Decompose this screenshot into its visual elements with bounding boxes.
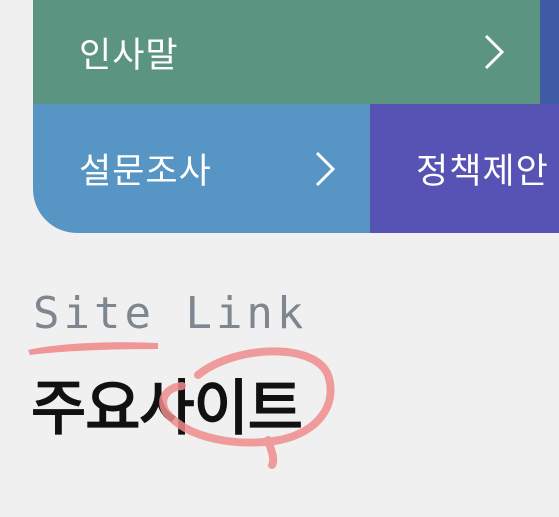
- section-eyebrow: Site Link: [33, 288, 308, 339]
- menu-tile-greeting-label: 인사말: [79, 35, 179, 76]
- menu-tile-survey[interactable]: 설문조사: [33, 104, 371, 233]
- section-title: 주요사이트: [31, 374, 303, 444]
- underline-annotation: [28, 342, 158, 355]
- screen: 인사말 설문조사 정책제안 Site Link 주요사이트: [0, 0, 559, 517]
- menu-tile-policy[interactable]: 정책제안: [370, 104, 559, 233]
- menu-tile-policy-label: 정책제안: [416, 152, 549, 192]
- menu-tile-survey-label: 설문조사: [79, 152, 212, 192]
- menu-tile-edge[interactable]: [540, 0, 559, 104]
- menu-tile-greeting[interactable]: 인사말: [33, 0, 540, 104]
- chevron-right-icon: [484, 34, 505, 70]
- chevron-right-icon: [315, 151, 336, 186]
